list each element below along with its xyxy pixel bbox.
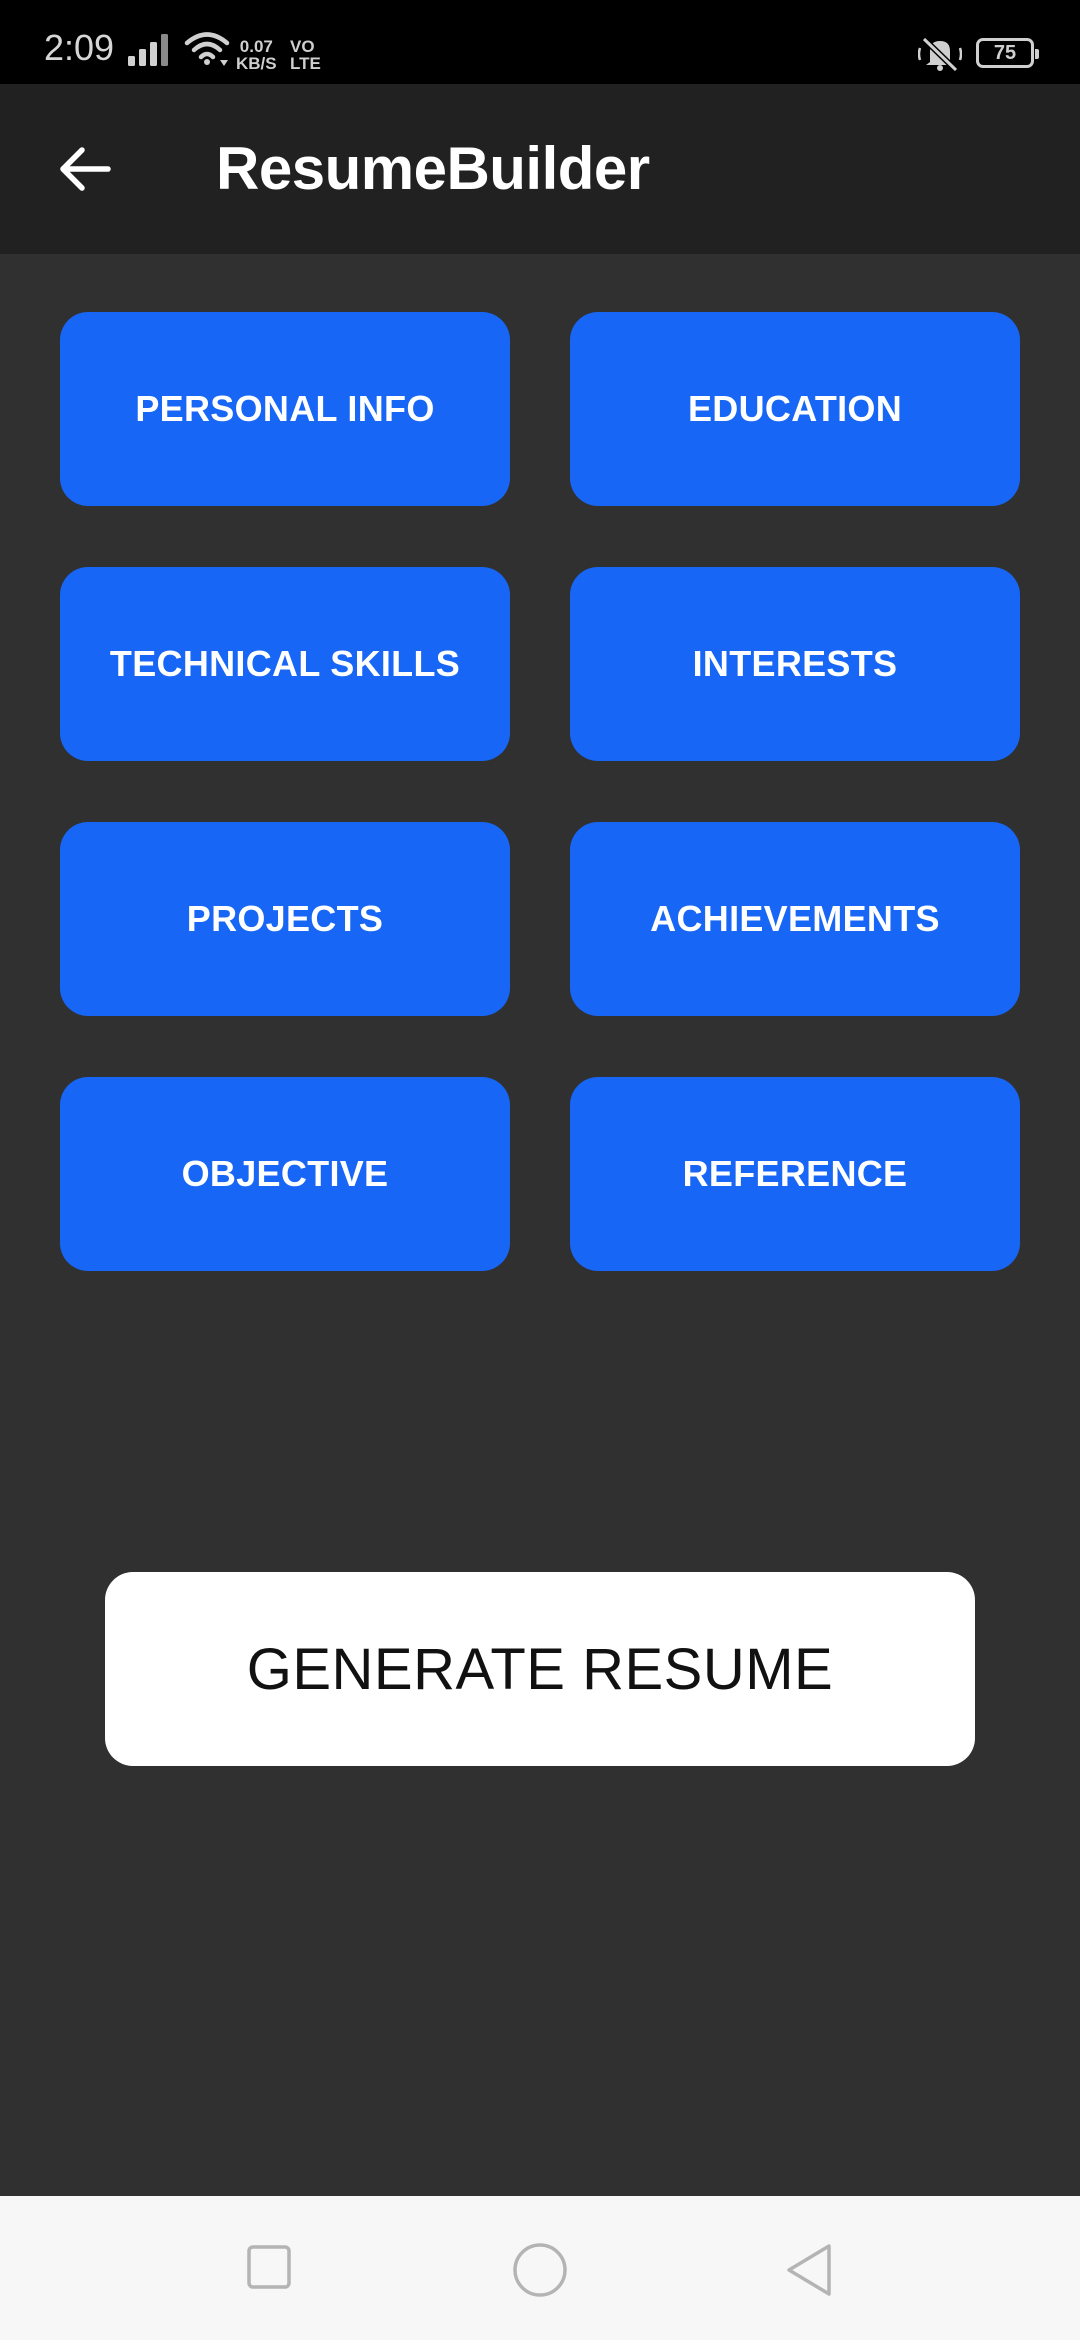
screen: 2:09 0.07 KB/S VO LTE 75 ResumeBuilder P… [0,0,1080,2340]
projects-button[interactable]: PROJECTS [60,822,510,1016]
app-bar: ResumeBuilder [0,84,1080,254]
mute-icon [917,36,963,77]
status-time: 2:09 [44,27,115,68]
battery-icon: 75 [976,38,1039,68]
home-icon[interactable] [512,2242,568,2303]
education-button[interactable]: EDUCATION [570,312,1020,506]
achievements-button[interactable]: ACHIEVEMENTS [570,822,1020,1016]
navigation-bar [0,2196,1080,2340]
back-icon[interactable] [784,2242,834,2303]
generate-resume-button[interactable]: GENERATE RESUME [105,1572,975,1766]
page-title: ResumeBuilder [216,135,650,202]
network-speed: 0.07 KB/S [236,38,277,72]
arrow-left-icon [60,147,111,191]
back-button[interactable] [40,124,130,214]
recent-apps-icon[interactable] [246,2244,292,2295]
status-bar: 2:09 0.07 KB/S VO LTE 75 [0,0,1080,84]
interests-button[interactable]: INTERESTS [570,567,1020,761]
wifi-icon [184,32,230,73]
reference-button[interactable]: REFERENCE [570,1077,1020,1271]
personal-info-button[interactable]: PERSONAL INFO [60,312,510,506]
speed-unit: KB/S [236,54,277,73]
signal-icon [128,34,172,71]
battery-level: 75 [993,41,1017,64]
network-bottom: LTE [290,54,321,73]
objective-button[interactable]: OBJECTIVE [60,1077,510,1271]
network-type: VO LTE [290,38,321,72]
technical-skills-button[interactable]: TECHNICAL SKILLS [60,567,510,761]
